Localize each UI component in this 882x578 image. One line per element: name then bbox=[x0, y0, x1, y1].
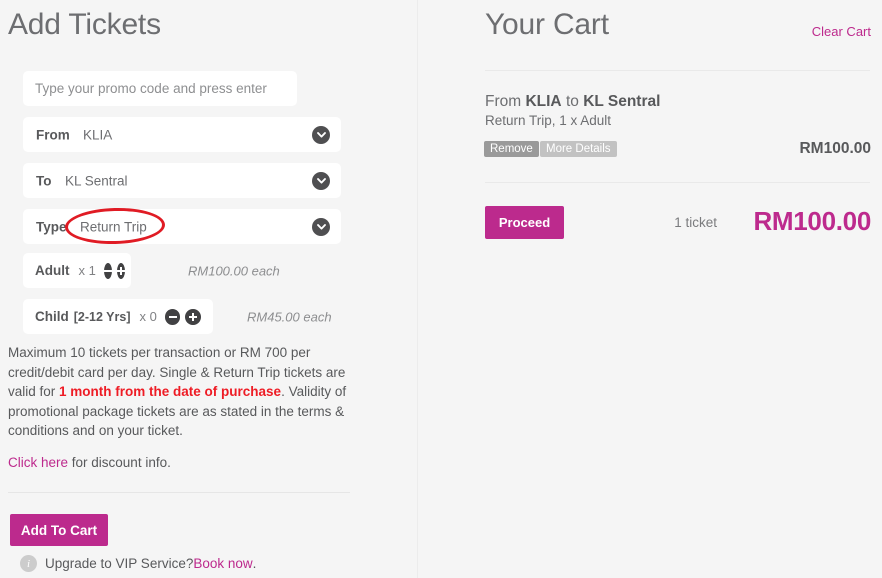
route-prefix: From bbox=[485, 93, 526, 110]
child-quantity-row: Child [2-12 Yrs] x 0 RM45.00 each bbox=[23, 299, 383, 334]
left-divider bbox=[8, 492, 350, 493]
adult-decrement-button[interactable] bbox=[103, 262, 112, 279]
discount-info-link[interactable]: Click here bbox=[8, 455, 68, 470]
discount-info-text: for discount info. bbox=[68, 455, 171, 470]
cart-ticket-count: 1 ticket bbox=[674, 215, 717, 230]
cart-total-price: RM100.00 bbox=[753, 206, 871, 236]
cart-panel: Your Cart Clear Cart From KLIA to KL Sen… bbox=[417, 0, 882, 578]
vip-upgrade-text: Upgrade to VIP Service? bbox=[45, 556, 194, 571]
type-label: Type bbox=[36, 219, 67, 234]
from-value: KLIA bbox=[83, 127, 113, 142]
cart-item-price: RM100.00 bbox=[799, 140, 871, 157]
type-value: Return Trip bbox=[80, 219, 147, 234]
child-increment-button[interactable] bbox=[185, 308, 201, 325]
proceed-button[interactable]: Proceed bbox=[485, 206, 564, 239]
add-tickets-panel: Add Tickets From KLIA To KL Sentral Type… bbox=[0, 0, 417, 578]
terms-highlight: 1 month from the date of purchase bbox=[59, 384, 282, 400]
promo-code-input[interactable] bbox=[23, 71, 297, 106]
route-origin: KLIA bbox=[525, 93, 562, 110]
vip-suffix: . bbox=[252, 556, 257, 571]
trip-type-select[interactable]: Type Return Trip bbox=[23, 209, 341, 244]
route-mid: to bbox=[561, 93, 584, 110]
chevron-down-icon[interactable] bbox=[312, 171, 330, 190]
adult-count: x 1 bbox=[78, 263, 96, 278]
child-count: x 0 bbox=[139, 309, 157, 324]
to-label: To bbox=[36, 173, 52, 188]
ticket-booking-page: Add Tickets From KLIA To KL Sentral Type… bbox=[0, 0, 882, 578]
from-station-select[interactable]: From KLIA bbox=[23, 117, 341, 152]
chevron-down-icon[interactable] bbox=[312, 217, 330, 236]
cart-divider-top bbox=[485, 70, 870, 71]
to-value: KL Sentral bbox=[65, 173, 128, 188]
adult-increment-button[interactable] bbox=[116, 262, 125, 279]
adult-price: RM100.00 each bbox=[188, 263, 280, 278]
add-to-cart-button[interactable]: Add To Cart bbox=[10, 514, 108, 546]
discount-info-line: Click here for discount info. bbox=[8, 455, 171, 470]
promo-code-field[interactable] bbox=[23, 71, 297, 106]
cart-item-route: From KLIA to KL Sentral bbox=[485, 93, 660, 111]
child-quantity-box: Child [2-12 Yrs] x 0 bbox=[23, 299, 213, 334]
child-decrement-button[interactable] bbox=[164, 308, 181, 325]
from-label: From bbox=[36, 127, 70, 142]
clear-cart-link[interactable]: Clear Cart bbox=[812, 24, 871, 39]
adult-label: Adult bbox=[35, 263, 70, 278]
child-age-range: [2-12 Yrs] bbox=[73, 309, 131, 324]
cart-item-description: Return Trip, 1 x Adult bbox=[485, 113, 612, 128]
child-label: Child bbox=[35, 309, 69, 324]
ticket-terms-text: Maximum 10 tickets per transaction or RM… bbox=[8, 343, 358, 441]
to-station-select[interactable]: To KL Sentral bbox=[23, 163, 341, 198]
vip-book-now-link[interactable]: Book now bbox=[193, 556, 252, 571]
vip-upgrade-line: i Upgrade to VIP Service? Book now. bbox=[20, 555, 256, 572]
child-price: RM45.00 each bbox=[247, 309, 332, 324]
cart-divider-bottom bbox=[485, 182, 870, 183]
adult-quantity-row: Adult x 1 RM100.00 each bbox=[23, 253, 353, 288]
page-title: Add Tickets bbox=[8, 8, 161, 41]
route-destination: KL Sentral bbox=[583, 93, 661, 110]
info-icon: i bbox=[20, 555, 37, 572]
remove-item-button[interactable]: Remove bbox=[484, 141, 539, 157]
more-details-button[interactable]: More Details bbox=[540, 141, 617, 157]
adult-quantity-box: Adult x 1 bbox=[23, 253, 131, 288]
cart-title: Your Cart bbox=[485, 8, 609, 41]
chevron-down-icon[interactable] bbox=[312, 125, 330, 144]
